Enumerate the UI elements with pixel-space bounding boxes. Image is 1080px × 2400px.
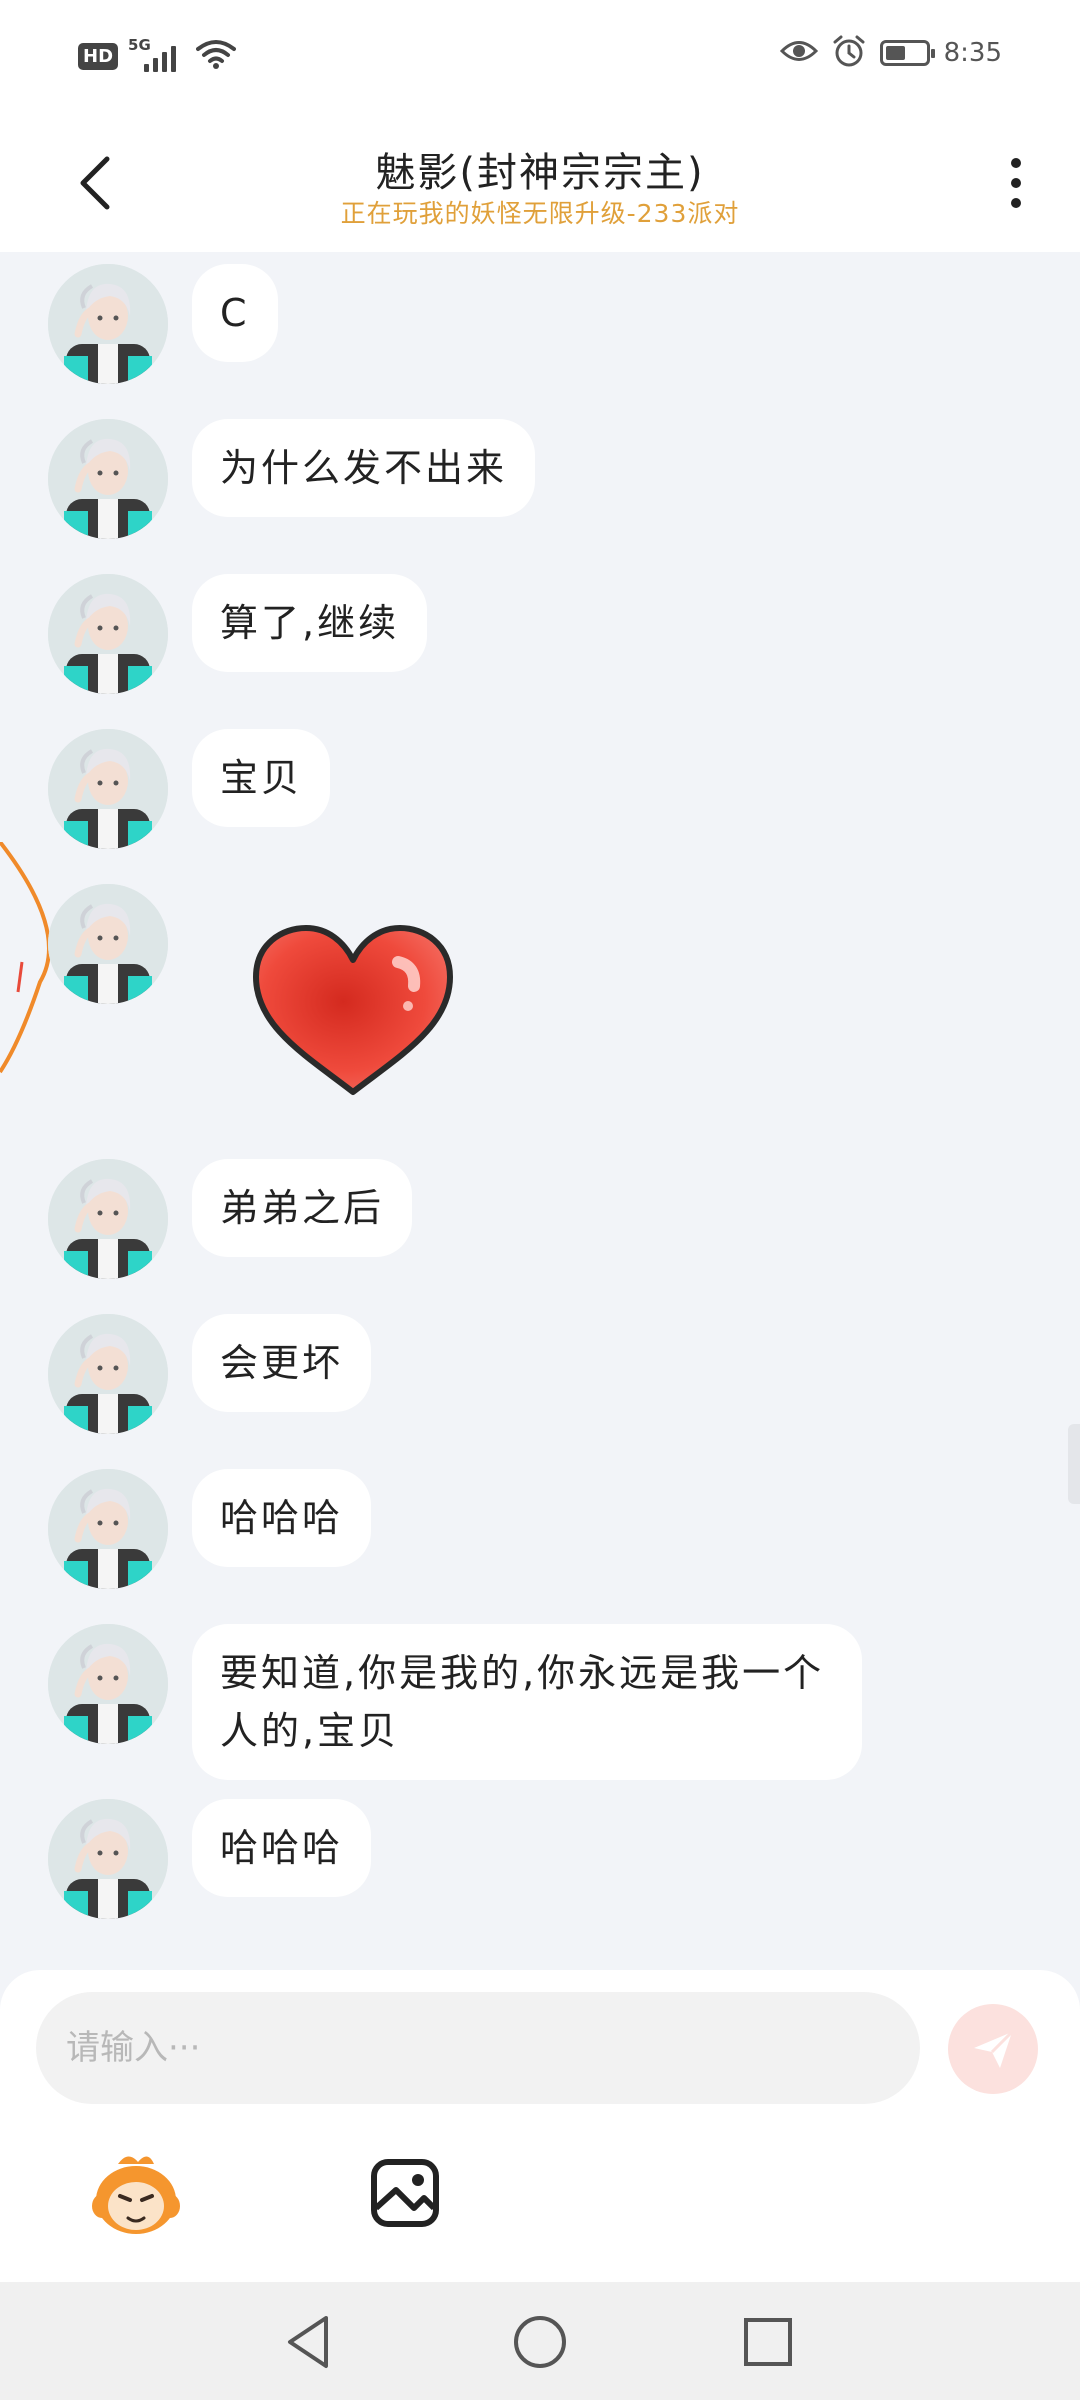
heart-sticker[interactable]	[248, 922, 458, 1102]
status-bar-right: 8:35	[779, 34, 1002, 72]
avatar[interactable]	[48, 574, 168, 694]
emoji-button[interactable]	[88, 2150, 184, 2240]
message-bubble[interactable]: 会更坏	[192, 1314, 372, 1412]
avatar[interactable]	[48, 1314, 168, 1434]
message-bubble[interactable]: 哈哈哈	[192, 1799, 372, 1897]
wifi-icon	[196, 38, 237, 74]
message-bubble[interactable]: 哈哈哈	[192, 1469, 372, 1567]
send-icon	[974, 2030, 1014, 2068]
message-bubble[interactable]: 算了,继续	[192, 574, 428, 672]
nav-back-icon	[288, 2316, 328, 2368]
avatar[interactable]	[48, 264, 168, 384]
nav-home-button[interactable]	[508, 2310, 572, 2374]
chat-title: 魅影(封神宗宗主)	[375, 150, 705, 196]
message-input[interactable]	[36, 1992, 920, 2104]
nav-home-icon	[514, 2316, 566, 2368]
nav-recents-button[interactable]	[736, 2310, 800, 2374]
system-nav-bar	[0, 2282, 1080, 2400]
avatar[interactable]	[48, 419, 168, 539]
hd-badge: HD	[78, 42, 119, 70]
chat-header: 魅影(封神宗宗主) 正在玩我的妖怪无限升级-233派对	[0, 110, 1080, 252]
send-button[interactable]	[948, 2004, 1038, 2094]
avatar[interactable]	[48, 1624, 168, 1744]
message-bubble[interactable]: 宝贝	[192, 729, 331, 827]
avatar[interactable]	[48, 884, 168, 1004]
image-icon	[371, 2159, 439, 2227]
cellular-signal-icon: 5G	[128, 36, 186, 76]
avatar[interactable]	[48, 1799, 168, 1919]
message-bubble[interactable]: 要知道,你是我的,你永远是我一个人的,宝贝	[192, 1624, 862, 1780]
playing-status[interactable]: 正在玩我的妖怪无限升级-233派对	[0, 194, 1080, 230]
status-bar: HD 5G 8:35	[0, 0, 1080, 110]
message-bubble[interactable]: 为什么发不出来	[192, 419, 536, 517]
avatar[interactable]	[48, 1159, 168, 1279]
emoji-mascot-icon	[92, 2156, 180, 2234]
nav-back-button[interactable]	[278, 2310, 342, 2374]
message-bubble[interactable]: 弟弟之后	[192, 1159, 413, 1257]
status-time: 8:35	[943, 38, 1002, 68]
more-options-button[interactable]	[996, 148, 1036, 218]
more-vertical-icon	[1011, 158, 1021, 168]
battery-icon	[879, 40, 935, 66]
side-scroll-tab[interactable]	[1068, 1424, 1080, 1504]
input-panel	[0, 1970, 1080, 2282]
nav-recents-icon	[744, 2318, 792, 2366]
status-bar-left: HD 5G	[78, 36, 237, 76]
alarm-icon	[832, 34, 866, 72]
message-bubble[interactable]: C	[192, 264, 278, 362]
image-button[interactable]	[368, 2156, 442, 2230]
message-list[interactable]: C 为什么发不出来 算了,继续 宝贝 弟弟之后 会更坏 哈哈哈 要知道,你是我的…	[0, 252, 1080, 1970]
eye-icon	[779, 38, 818, 68]
avatar[interactable]	[48, 1469, 168, 1589]
avatar[interactable]	[48, 729, 168, 849]
